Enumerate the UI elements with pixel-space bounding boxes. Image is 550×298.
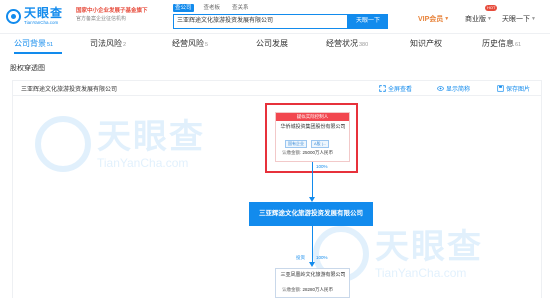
tab-company-development[interactable]: 公司发展 — [256, 38, 289, 49]
subsidiary-name: 三亚凤凰岭文化旅游有限公司 — [280, 272, 346, 278]
promo-line-1: 国家中小企业发展子基金旗下 — [76, 8, 148, 14]
chevron-down-icon: ▼ — [487, 16, 492, 22]
subsidiary-capital: 认缴金额: 28280万人民币 — [282, 287, 334, 292]
login-label: 天眼一下 — [502, 16, 530, 23]
search-tab-relation[interactable]: 查关系 — [230, 4, 251, 12]
toolbar-company-name: 三亚辉途文化旅游投资发展有限公司 — [21, 87, 118, 93]
logo[interactable]: 天眼查 TianYanCha.com — [6, 7, 63, 26]
fullscreen-button[interactable]: 全屏查看 — [379, 84, 412, 93]
promo-line-2: 官方备案企业征信机构 — [76, 16, 127, 22]
section-tabs: 公司背景51 司法风险2 经营风险5 公司发展 经营状况380 知识产权 历史信… — [0, 38, 550, 53]
vip-label: VIP会员 — [418, 16, 444, 23]
eye-icon — [437, 86, 444, 91]
investment-percentage: 100% — [316, 255, 328, 260]
logo-eye-icon — [6, 9, 21, 24]
save-icon — [497, 85, 504, 92]
subsidiary-node[interactable]: 三亚凤凰岭文化旅游有限公司 认缴金额: 28280万人民币 — [275, 268, 350, 298]
section-title: 股权穿透图 — [10, 65, 45, 72]
target-company-node[interactable]: 三亚辉途文化旅游投资发展有限公司 — [249, 202, 373, 226]
active-tab-underline — [14, 52, 62, 54]
graph-toolbar: 三亚辉途文化旅游投资发展有限公司 全屏查看 显示简称 保存图片 — [12, 80, 542, 96]
top-header: 天眼查 TianYanCha.com 国家中小企业发展子基金旗下 官方备案企业征… — [0, 0, 550, 34]
search-tab-company[interactable]: 查公司 — [173, 4, 194, 12]
tab-intellectual-property[interactable]: 知识产权 — [410, 38, 443, 49]
vip-menu[interactable]: VIP会员 ▼ — [418, 14, 449, 24]
watermark-eye-icon — [35, 116, 91, 172]
tab-judicial-risk[interactable]: 司法风险2 — [90, 38, 126, 49]
search-type-tabs: 查公司 查老板 查关系 — [173, 4, 251, 12]
arrow-down-icon — [309, 262, 315, 267]
shareholder-node[interactable]: 疑似实际控制人 华侨城投资集团股份有限公司 国有企业 A股 |... 认缴金额:… — [275, 112, 350, 162]
investment-label: 投资 — [296, 255, 305, 260]
fullscreen-icon — [379, 85, 386, 92]
login-menu[interactable]: 天眼一下 ▼ — [502, 14, 536, 24]
connector-line — [312, 162, 313, 198]
shareholder-name: 华侨城投资集团股份有限公司 — [280, 124, 346, 130]
search-button[interactable]: 天眼一下 — [348, 14, 388, 29]
chevron-down-icon: ▼ — [531, 16, 536, 22]
tab-operating-risk[interactable]: 经营风险5 — [172, 38, 208, 49]
save-image-button[interactable]: 保存图片 — [497, 84, 530, 93]
shareholder-capital: 认缴金额: 25000万人民币 — [282, 150, 334, 155]
chevron-down-icon: ▼ — [444, 16, 450, 22]
watermark-logo: 天眼查 TianYanCha.com — [35, 116, 205, 172]
search-tab-boss[interactable]: 查老板 — [202, 4, 223, 12]
hot-badge: HOT — [485, 5, 498, 11]
tab-company-background[interactable]: 公司背景51 — [14, 38, 53, 49]
tab-history[interactable]: 历史信息61 — [482, 38, 521, 49]
show-short-name-button[interactable]: 显示简称 — [437, 84, 470, 93]
logo-subtitle: TianYanCha.com — [24, 20, 59, 25]
logo-title: 天眼查 — [24, 6, 64, 20]
business-menu[interactable]: 商业版 ▼ — [465, 14, 492, 24]
business-label: 商业版 — [465, 16, 486, 23]
actual-controller-tag: 疑似实际控制人 — [276, 113, 349, 121]
tab-operating-status[interactable]: 经营状况380 — [326, 38, 368, 49]
badge-a-share: A股 |... — [311, 140, 330, 148]
search-input[interactable]: 三亚辉途文化旅游投资发展有限公司 — [173, 14, 348, 29]
shareholder-badges: 国有企业 A股 |... — [285, 140, 330, 148]
promo-banner[interactable]: 国家中小企业发展子基金旗下 官方备案企业征信机构 — [76, 7, 160, 23]
connector-line — [312, 226, 313, 263]
badge-state-owned: 国有企业 — [285, 140, 307, 148]
holding-percentage: 100% — [316, 164, 328, 169]
